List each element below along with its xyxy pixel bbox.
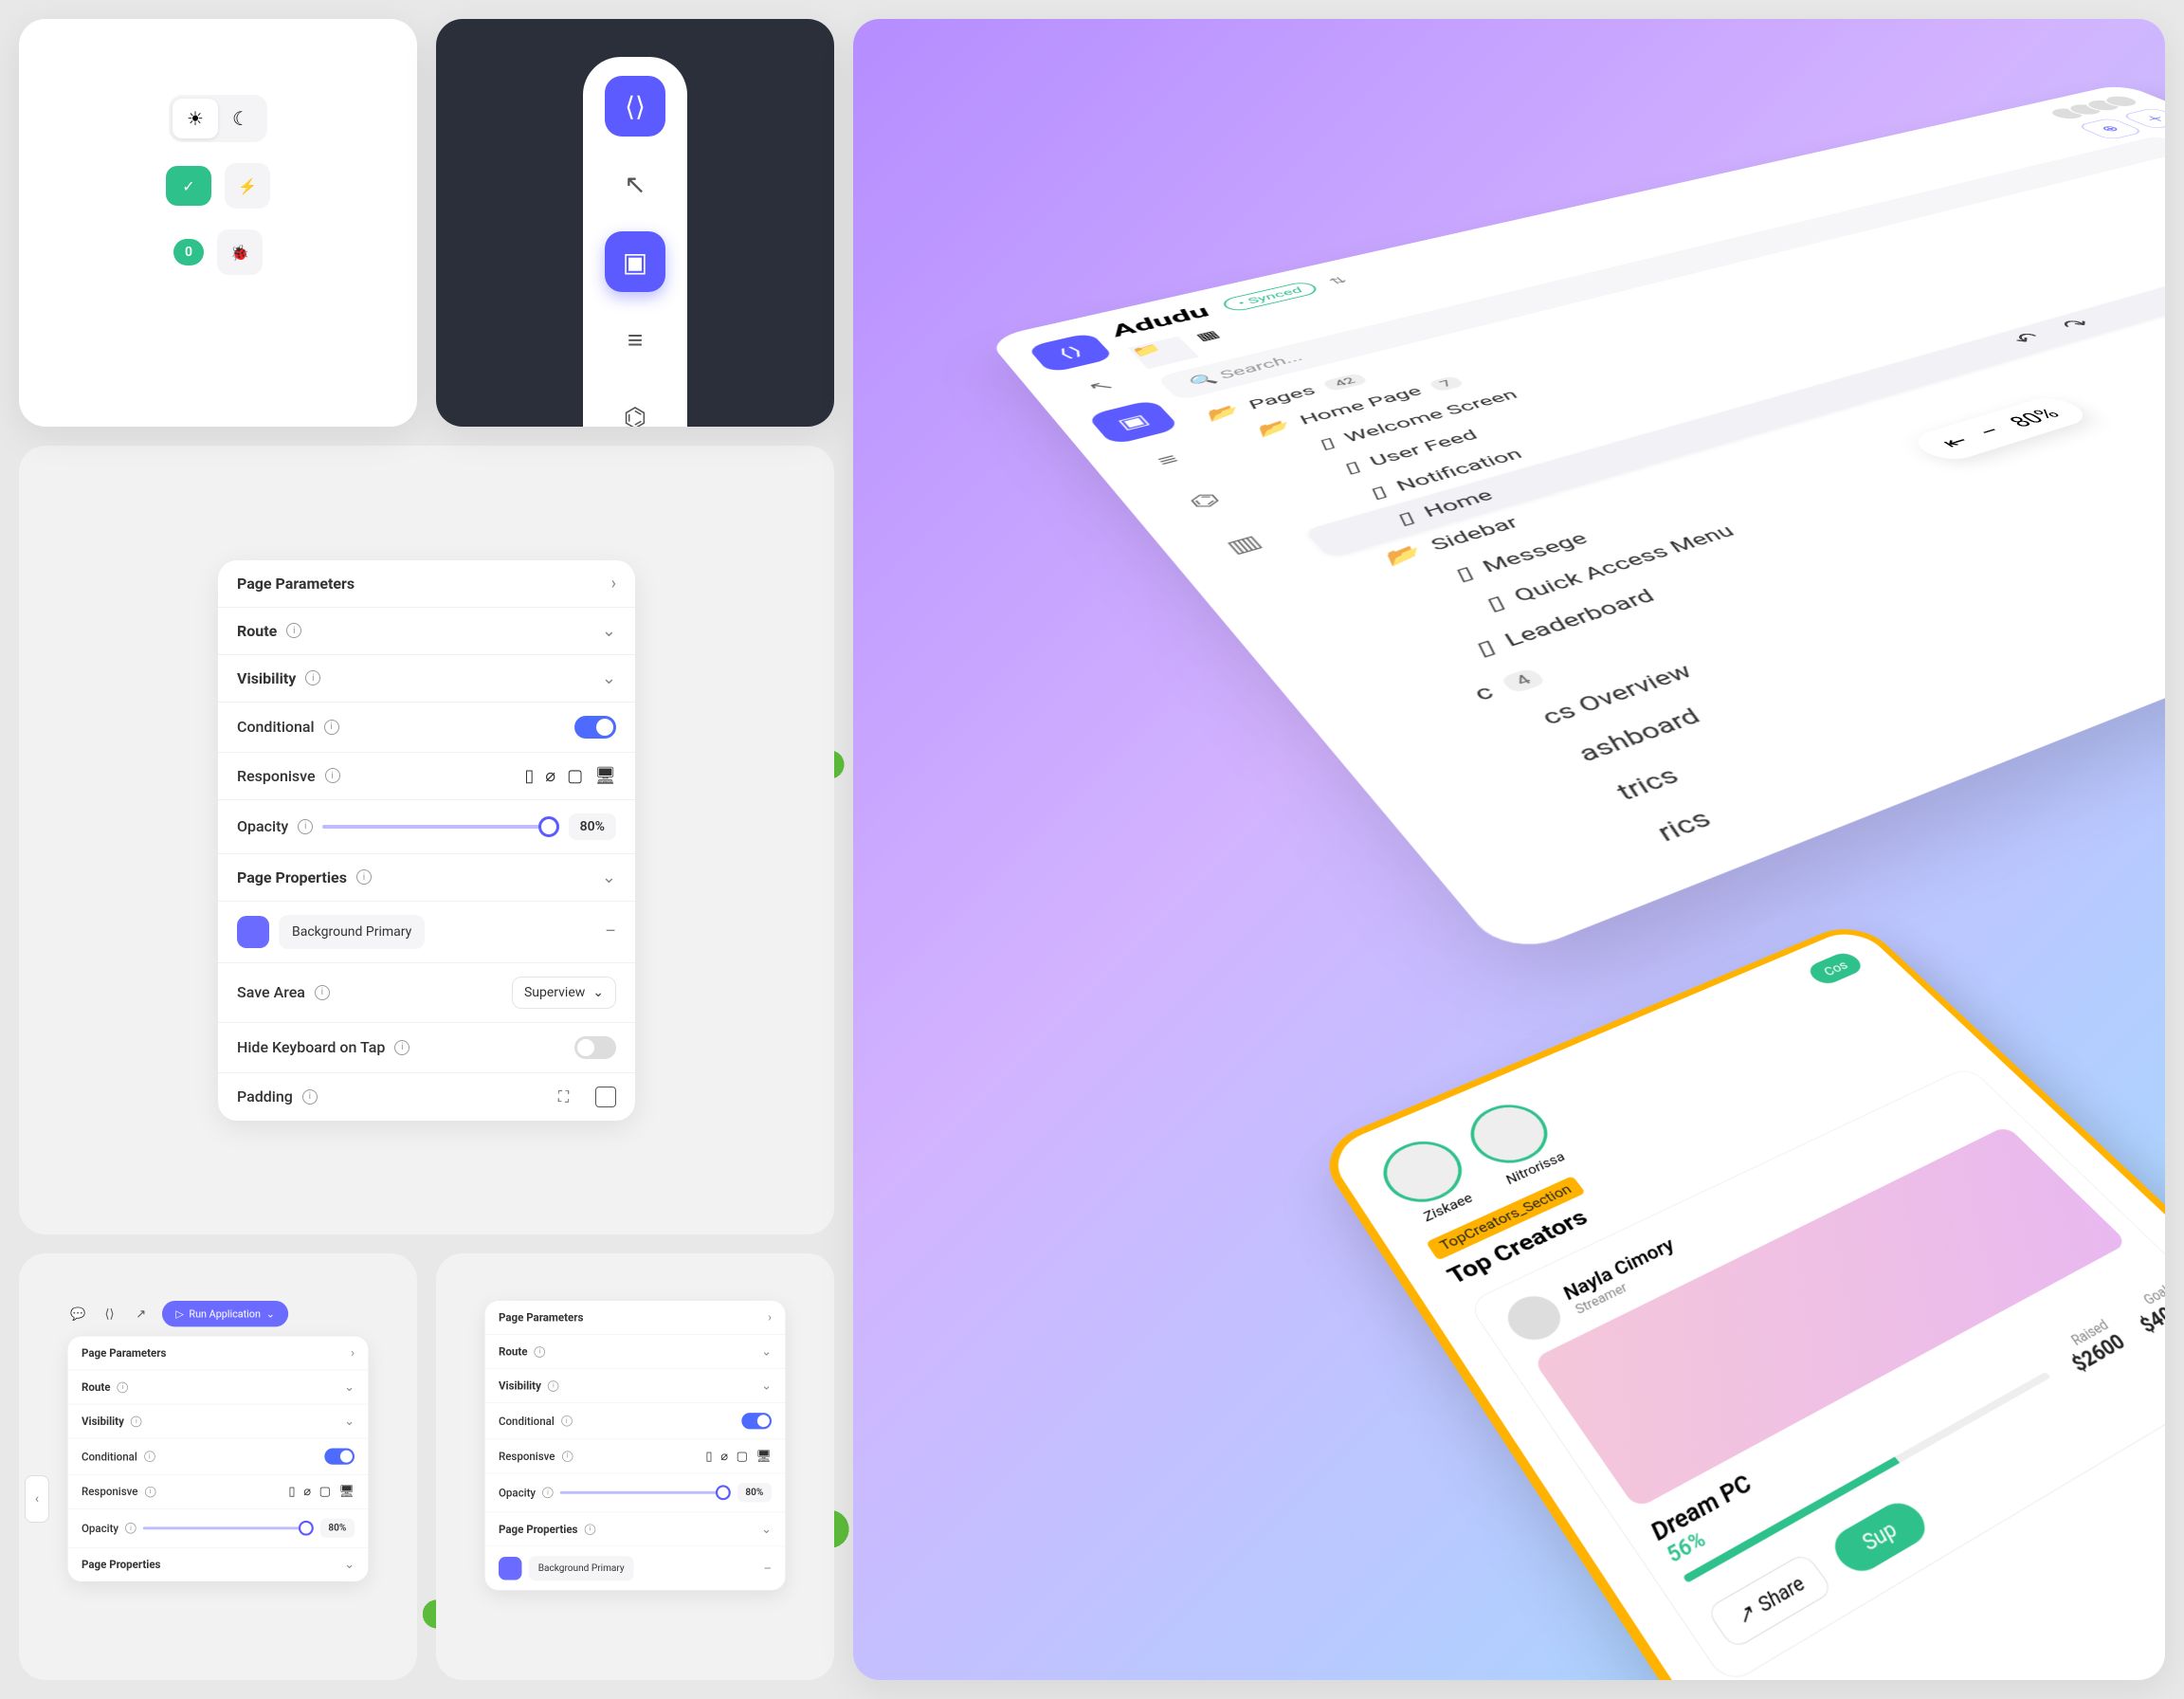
visibility-row[interactable]: Visibilityi⌄ [68,1404,369,1438]
color-swatch[interactable] [237,916,269,948]
cursor-icon[interactable]: ↖ [1056,365,1147,409]
background-row[interactable]: Background Primary– [218,902,635,963]
zoom-value: 80% [2004,405,2066,430]
code-icon[interactable]: ⟨⟩ [100,1304,120,1324]
vertical-toolbar: ⟨⟩ ↖ ▣ ≡ ⌬ [583,57,687,427]
route-row[interactable]: Routei⌄ [485,1335,786,1369]
cos-badge[interactable]: Cos [1805,950,1867,987]
share-icon[interactable]: ↗ [131,1304,152,1324]
cursor-icon[interactable]: ↖ [605,154,665,214]
conditional-toggle[interactable] [741,1413,772,1429]
hide-keyboard-toggle[interactable] [574,1036,616,1059]
page-parameters-row[interactable]: Page Parameters› [218,560,635,608]
desktop-icon[interactable]: 🖥 [594,766,616,786]
columns-icon[interactable]: ▥ [1192,517,1298,574]
grid-icon[interactable]: ▦ [1192,321,1264,354]
vertical-toolbar-card: ⟨⟩ ↖ ▣ ≡ ⌬ [436,19,834,427]
page-properties-row[interactable]: Page Properties⌄ [68,1548,369,1581]
expand-icon[interactable]: ⛶ [558,1087,569,1106]
phone-off-icon[interactable]: ⌀ [545,766,555,786]
theme-toggle[interactable]: ☀ ☾ [169,95,267,142]
toggles-card: ☀ ☾ ✓ ⚡ 0 🐞 [19,19,417,427]
collapse-handle[interactable]: ‹ [25,1475,49,1523]
code-icon[interactable]: ⟨⟩ [1027,332,1115,373]
tablet-icon[interactable]: ▢ [567,766,583,786]
app-shell: ⟨⟩ ↖ ▣ ≡ ⌬ ▥ Adudu • Synced ⇅ [987,83,2165,959]
route-row[interactable]: Routei⌄ [68,1370,369,1404]
avatar [1499,1288,1571,1348]
layers-icon[interactable]: ▣ [1086,399,1181,446]
bolt-icon[interactable]: ⚡ [225,163,270,209]
hide-keyboard-row: Hide Keyboard on Tapi [218,1023,635,1073]
conditional-row: Conditionali [218,703,635,753]
opacity-value: 80% [569,813,616,840]
bug-icon[interactable]: 🐞 [217,229,263,275]
run-application-button[interactable]: ▷ Run Application ⌄ [162,1301,288,1326]
page-parameters-row[interactable]: Page Parameters› [485,1301,786,1335]
save-area-row: Save AreaiSuperview ⌄ [218,963,635,1023]
check-button[interactable]: ✓ [166,166,211,206]
mini-panel-run-card: ‹ 💬 ⟨⟩ ↗ ▷ Run Application ⌄ Page Parame… [19,1253,417,1680]
page-properties-row[interactable]: Page Propertiesi⌄ [218,854,635,902]
visibility-row[interactable]: Visibilityi⌄ [218,655,635,703]
phone-mock: Ziskaee Nitrorissa Cos TopCreators_Secti… [1313,918,2165,1680]
app-preview-card: ⟨⟩ ↖ ▣ ≡ ⌬ ▥ Adudu • Synced ⇅ [853,19,2165,1680]
bg-chip[interactable]: Background Primary [279,915,425,949]
folder-icon[interactable]: 📁 [1128,337,1199,370]
phone-icon[interactable]: ▯ [524,766,534,786]
layers-icon[interactable]: ▣ [605,231,665,292]
properties-panel: Page Parameters› Routei⌄ Visibilityi⌄ Co… [218,560,635,1121]
properties-card: Page Parameters› Routei⌄ Visibilityi⌄ Co… [19,446,834,1234]
responsive-row: Responisvei ▯ ⌀ ▢ 🖥 [218,753,635,800]
route-row[interactable]: Routei⌄ [218,608,635,655]
zoom-fit-icon[interactable]: ⇤ [1936,432,1976,452]
flow-icon[interactable]: ⌬ [1155,475,1256,528]
conditional-toggle[interactable] [574,716,616,739]
padding-box-icon[interactable] [595,1087,616,1107]
list-icon[interactable]: ≡ [1119,436,1217,485]
chat-icon[interactable]: 💬 [68,1304,89,1324]
save-area-select[interactable]: Superview ⌄ [512,977,616,1009]
mini-panel-card: Page Parameters› Routei⌄ Visibilityi⌄ Co… [436,1253,834,1680]
opacity-slider[interactable] [322,825,558,829]
conditional-toggle[interactable] [324,1449,355,1465]
moon-icon[interactable]: ☾ [218,99,264,138]
tree-icon[interactable]: ⌬ [605,387,665,427]
visibility-row[interactable]: Visibilityi⌄ [485,1369,786,1403]
page-parameters-row[interactable]: Page Parameters› [68,1336,369,1370]
code-icon[interactable]: ⟨⟩ [605,76,665,137]
page-properties-row[interactable]: Page Propertiesi⌄ [485,1512,786,1546]
list-icon[interactable]: ≡ [605,309,665,370]
padding-row: Paddingi⛶ [218,1073,635,1121]
sun-icon[interactable]: ☀ [173,99,218,138]
count-badge: 0 [173,239,204,265]
opacity-row: Opacityi80% [218,800,635,854]
